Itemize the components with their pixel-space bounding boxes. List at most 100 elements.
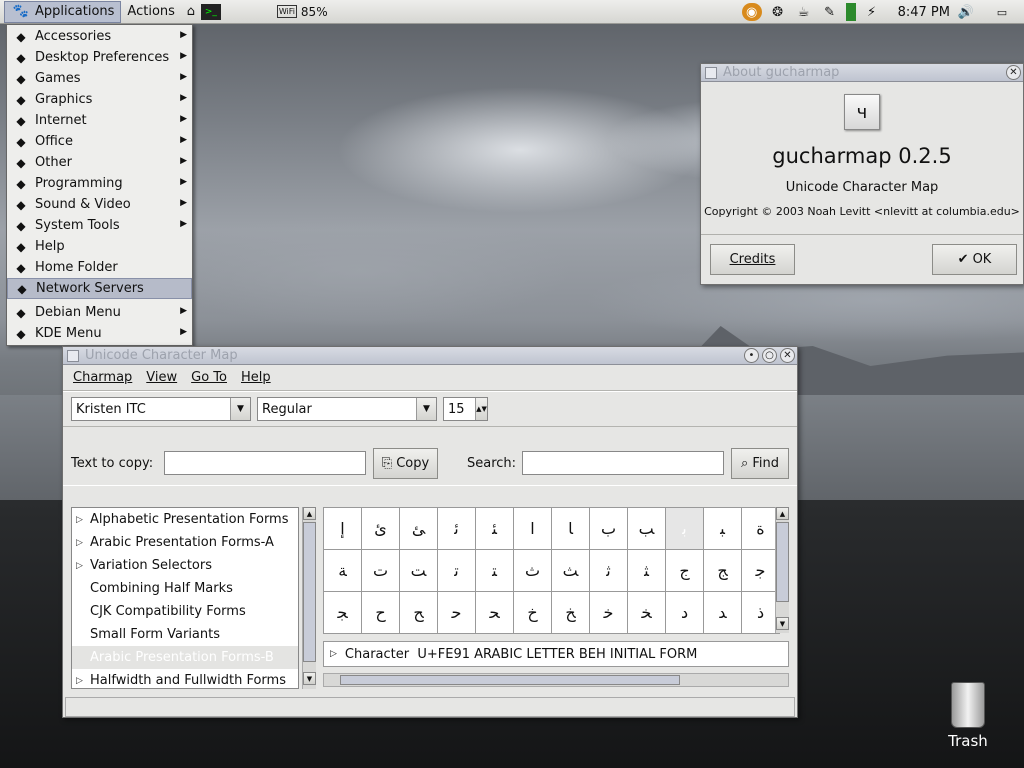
menu-item[interactable]: ◆ Programming ▶	[7, 173, 192, 194]
block-list-item[interactable]: ▷ Arabic Presentation Forms-A	[72, 531, 298, 554]
menubar-item[interactable]: View	[146, 370, 177, 385]
character-cell[interactable]: ﺕ	[362, 550, 400, 592]
clock-applet-icon[interactable]: ◉	[741, 3, 762, 21]
character-cell[interactable]: ﺧ	[590, 592, 628, 634]
block-list-item[interactable]: Arabic Presentation Forms-B	[72, 646, 298, 669]
charmap-titlebar[interactable]: Unicode Character Map • ○ ✕	[63, 347, 797, 365]
character-cell[interactable]: ﺦ	[552, 592, 590, 634]
chevron-down-icon[interactable]: ▼	[230, 398, 250, 420]
spin-arrows-icon[interactable]: ▲▼	[475, 398, 487, 420]
character-cell[interactable]: ﺛ	[590, 550, 628, 592]
character-info-bar[interactable]: ▷ Character U+FE91 ARABIC LETTER BEH INI…	[323, 641, 789, 667]
scrollbar-thumb[interactable]	[340, 675, 680, 685]
menu-item[interactable]: ◆ Internet ▶	[7, 110, 192, 131]
font-family-combo[interactable]: Kristen ITC ▼	[71, 397, 251, 421]
minimize-icon[interactable]: •	[744, 348, 759, 363]
menubar-item[interactable]: Charmap	[73, 370, 132, 385]
menu-item[interactable]: ◆ KDE Menu ▶	[7, 323, 192, 344]
font-size-spinner[interactable]: 15 ▲▼	[443, 397, 488, 421]
font-style-combo[interactable]: Regular ▼	[257, 397, 437, 421]
character-cell[interactable]: ﺔ	[324, 550, 362, 592]
scroll-up-icon[interactable]: ▲	[776, 507, 789, 520]
close-icon[interactable]: ✕	[1006, 65, 1021, 80]
character-cell[interactable]: ﺣ	[438, 592, 476, 634]
block-list-scrollbar[interactable]: ▲ ▼	[302, 507, 316, 689]
character-cell[interactable]: ﺠ	[324, 592, 362, 634]
grid-scrollbar[interactable]: ▲ ▼	[775, 507, 789, 633]
scrollbar-thumb[interactable]	[776, 522, 789, 602]
block-list-item[interactable]: Combining Half Marks	[72, 577, 298, 600]
character-cell[interactable]: ﺋ	[438, 508, 476, 550]
clock[interactable]: 8:47 PM	[898, 5, 950, 20]
info-horizontal-scrollbar[interactable]	[323, 673, 789, 687]
character-cell[interactable]: ﺒ	[704, 508, 742, 550]
character-cell[interactable]: ﺤ	[476, 592, 514, 634]
menu-item[interactable]: ◆ Graphics ▶	[7, 89, 192, 110]
character-cell[interactable]: ﺍ	[514, 508, 552, 550]
notes-applet-icon[interactable]: ✎	[820, 3, 840, 21]
block-list-item[interactable]: ▷ Variation Selectors	[72, 554, 298, 577]
character-cell[interactable]: ﺨ	[628, 592, 666, 634]
menu-item[interactable]: ◆ System Tools ▶	[7, 215, 192, 236]
character-cell[interactable]: ﺥ	[514, 592, 552, 634]
block-list-item[interactable]: ▷ Alphabetic Presentation Forms	[72, 508, 298, 531]
volume-icon[interactable]: 🔊	[956, 3, 976, 21]
trash-desktop-item[interactable]: Trash	[938, 682, 998, 750]
character-cell[interactable]: ﺑ	[666, 508, 704, 550]
block-list-item[interactable]: CJK Compatibility Forms	[72, 600, 298, 623]
scroll-down-icon[interactable]: ▼	[776, 617, 789, 630]
gnome-applet-icon[interactable]: ❂	[768, 3, 788, 21]
menu-item[interactable]: ◆ Help	[7, 236, 192, 257]
scrollbar-thumb[interactable]	[303, 522, 316, 662]
text-to-copy-input[interactable]	[164, 451, 366, 475]
character-cell[interactable]: ﺞ	[704, 550, 742, 592]
expander-icon[interactable]: ▷	[76, 561, 90, 571]
character-cell[interactable]: ﺚ	[552, 550, 590, 592]
expander-icon[interactable]: ▷	[76, 538, 90, 548]
menubar-item[interactable]: Go To	[191, 370, 227, 385]
character-cell[interactable]: ﺝ	[666, 550, 704, 592]
home-launcher-icon[interactable]: ⌂	[181, 3, 201, 21]
menu-item[interactable]: ◆ Sound & Video ▶	[7, 194, 192, 215]
character-cell[interactable]: ﺊ	[400, 508, 438, 550]
character-cell[interactable]: ﺙ	[514, 550, 552, 592]
coffee-applet-icon[interactable]: ☕	[794, 3, 814, 21]
close-icon[interactable]: ✕	[780, 348, 795, 363]
character-cell[interactable]: ﺏ	[590, 508, 628, 550]
menu-item[interactable]: ◆ Other ▶	[7, 152, 192, 173]
copy-button[interactable]: ⎘ Copy	[373, 448, 438, 479]
block-list-item[interactable]: ▷ Halfwidth and Fullwidth Forms	[72, 669, 298, 688]
menu-item[interactable]: ◆ Desktop Preferences ▶	[7, 47, 192, 68]
character-cell[interactable]: ﺎ	[552, 508, 590, 550]
menubar-item[interactable]: Help	[241, 370, 271, 385]
character-cell[interactable]: ﺘ	[476, 550, 514, 592]
menu-item[interactable]: ◆ Office ▶	[7, 131, 192, 152]
scroll-down-icon[interactable]: ▼	[303, 672, 316, 685]
applications-menu-button[interactable]: 🐾 Applications	[4, 0, 122, 23]
character-cell[interactable]: ﺢ	[400, 592, 438, 634]
search-input[interactable]	[522, 451, 724, 475]
menu-item[interactable]: ◆ Games ▶	[7, 68, 192, 89]
block-list-item[interactable]: Small Form Variants	[72, 623, 298, 646]
credits-button[interactable]: Credits	[710, 244, 795, 275]
character-cell[interactable]: ﺗ	[438, 550, 476, 592]
character-cell[interactable]: ﺜ	[628, 550, 666, 592]
expander-icon[interactable]: ▷	[76, 515, 90, 525]
scroll-up-icon[interactable]: ▲	[303, 507, 316, 520]
expander-icon[interactable]: ▷	[330, 649, 337, 659]
character-cell[interactable]: ﺉ	[362, 508, 400, 550]
terminal-launcher-icon[interactable]: >_	[200, 3, 221, 20]
find-button[interactable]: ⌕ Find	[731, 448, 789, 479]
character-cell[interactable]: ﺩ	[666, 592, 704, 634]
character-cell[interactable]: ﺇ	[324, 508, 362, 550]
menu-item[interactable]: ◆ Home Folder	[7, 257, 192, 278]
maximize-icon[interactable]: ○	[762, 348, 777, 363]
chevron-down-icon[interactable]: ▼	[416, 398, 436, 420]
actions-menu-button[interactable]: Actions	[121, 1, 181, 23]
menu-item[interactable]: ◆ Network Servers	[7, 278, 192, 299]
about-titlebar[interactable]: About gucharmap ✕	[701, 64, 1023, 82]
menu-item[interactable]: ◆ Debian Menu ▶	[7, 302, 192, 323]
menu-item[interactable]: ◆ Accessories ▶	[7, 26, 192, 47]
ok-button[interactable]: ✔ OK	[932, 244, 1017, 275]
character-cell[interactable]: ﺡ	[362, 592, 400, 634]
